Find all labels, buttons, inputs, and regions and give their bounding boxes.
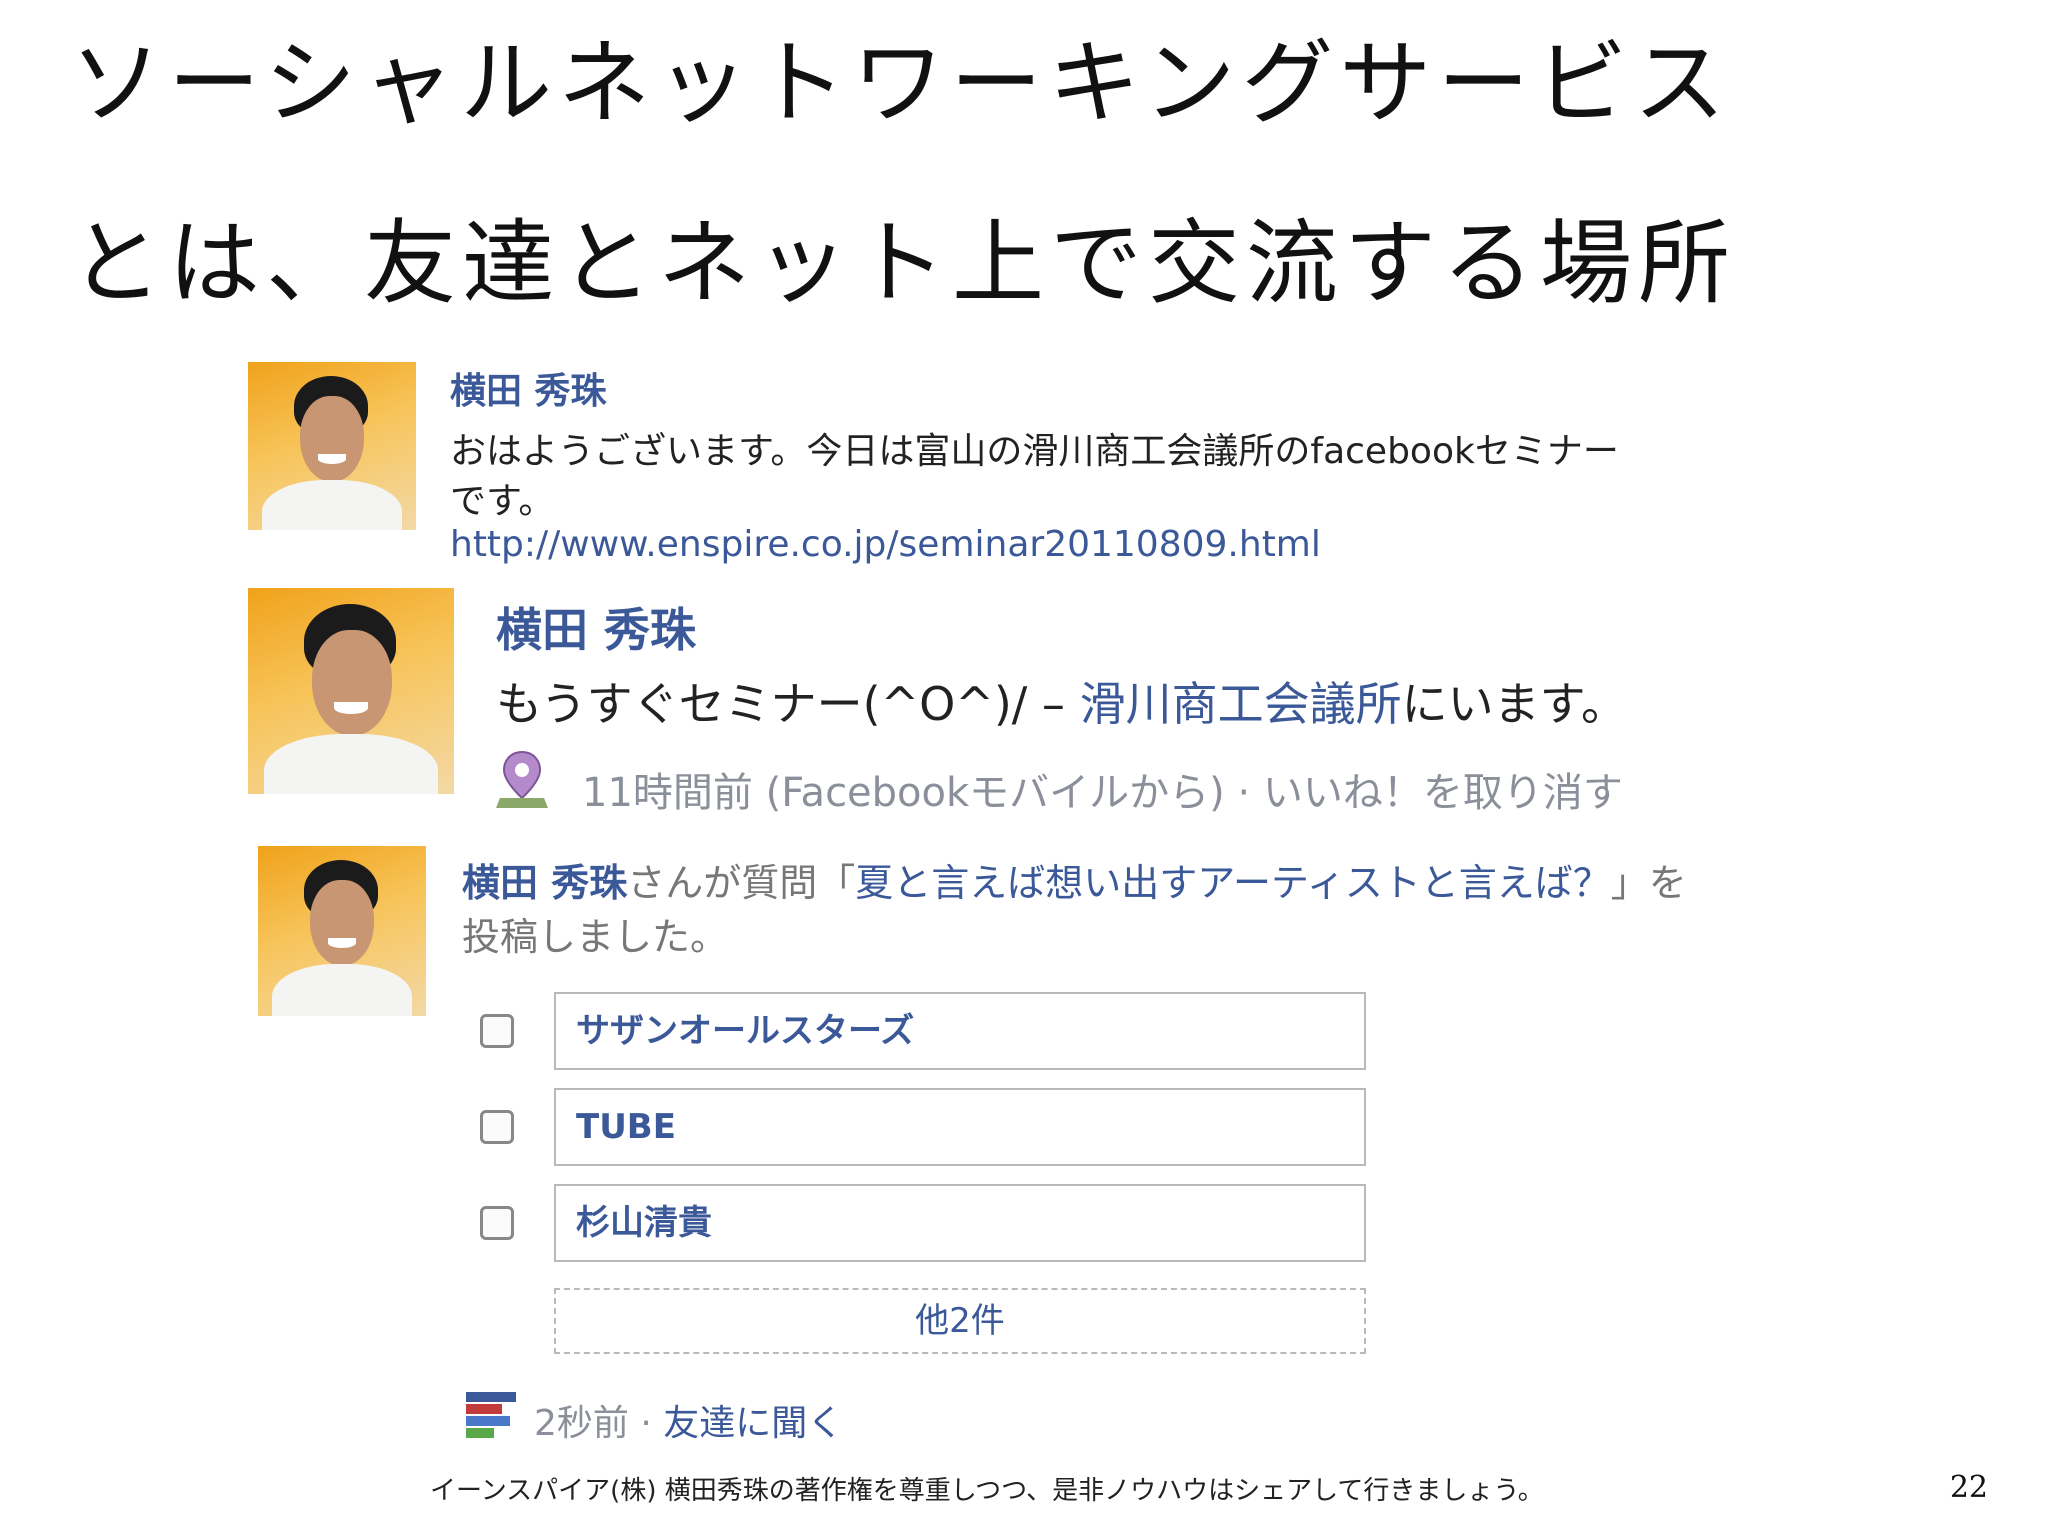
avatar[interactable]	[258, 846, 426, 1016]
post-place-link[interactable]: 滑川商工会議所	[1080, 677, 1402, 731]
slide-title-line1: ソーシャルネットワーキングサービス	[70, 30, 1732, 137]
question-link[interactable]: 夏と言えば想い出すアーティストと言えば？	[855, 861, 1610, 905]
post-text: おはようございます。今日は富山の滑川商工会議所のfacebookセミナー	[450, 431, 1619, 472]
post-text-suffix: にいます。	[1401, 677, 1627, 731]
poll-checkbox[interactable]	[480, 1110, 514, 1144]
post-text-continued: 投稿しました。	[462, 915, 729, 959]
poll-option[interactable]: TUBE	[554, 1088, 1366, 1166]
poll-icon	[466, 1390, 516, 1440]
post-text: 横田 秀珠さんが質問「夏と言えば想い出すアーティストと言えば？」を	[462, 852, 1687, 907]
post-text: もうすぐセミナー(^O^)/ – 滑川商工会議所にいます。	[496, 668, 1627, 734]
post-author-name[interactable]: 横田 秀珠	[496, 594, 696, 660]
slide-title-line2: とは、友達とネット上で交流する場所	[70, 210, 1737, 317]
post-author-name[interactable]: 横田 秀珠	[450, 362, 607, 414]
avatar[interactable]	[248, 588, 454, 794]
post-text-continued: です。	[450, 481, 555, 522]
post-author-name[interactable]: 横田 秀珠	[462, 861, 627, 905]
slide-footer: イーンスパイア(株) 横田秀珠の著作権を尊重しつつ、是非ノウハウはシェアして行き…	[430, 1476, 1544, 1506]
post-time[interactable]: 2秒前	[534, 1403, 629, 1444]
avatar[interactable]	[248, 362, 416, 530]
location-pin-icon	[496, 750, 548, 808]
post-link[interactable]: http://www.enspire.co.jp/seminar20110809…	[450, 524, 1321, 565]
post-text-body: もうすぐセミナー(^O^)/ –	[496, 677, 1080, 731]
poll-option[interactable]: サザンオールスターズ	[554, 992, 1366, 1070]
meta-separator: ·	[628, 1403, 664, 1444]
poll-more-options[interactable]: 他2件	[554, 1288, 1366, 1354]
poll-checkbox[interactable]	[480, 1206, 514, 1240]
page-number: 22	[1949, 1470, 1988, 1505]
poll-option[interactable]: 杉山清貴	[554, 1184, 1366, 1262]
post-meta: 2秒前 · 友達に聞く	[534, 1394, 843, 1446]
poll-checkbox[interactable]	[480, 1014, 514, 1048]
ask-friends-link[interactable]: 友達に聞く	[663, 1403, 843, 1444]
post-meta[interactable]: 11時間前 (Facebookモバイルから) · いいね！を取り消す	[582, 760, 1623, 818]
post-text-post: 」を	[1610, 861, 1687, 905]
post-text-pre: さんが質問「	[627, 861, 856, 905]
